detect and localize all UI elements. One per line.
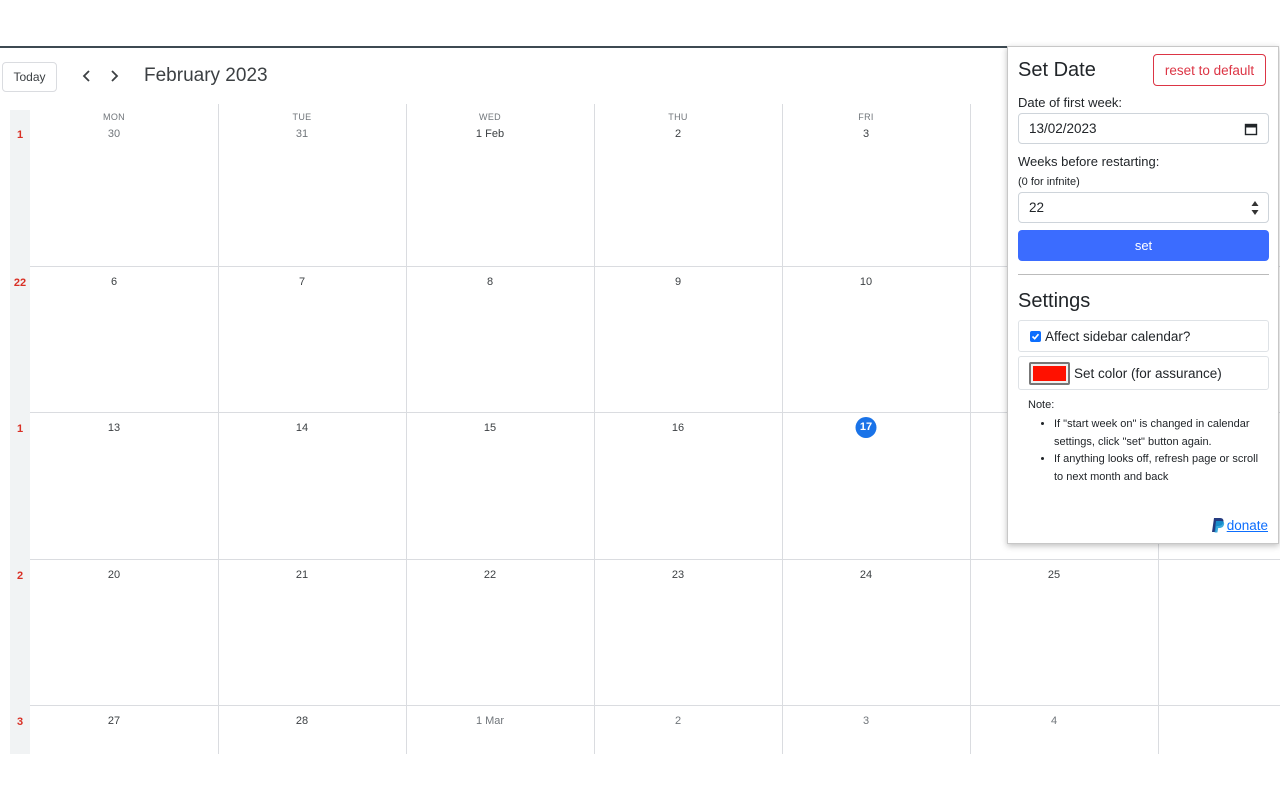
date-label[interactable]: 15 [484,422,496,434]
week-number: 1 [16,129,24,141]
date-label[interactable]: 14 [296,422,308,434]
column-divider [594,104,595,754]
day-header: TUE [292,112,312,122]
today-button[interactable]: Today [2,62,57,92]
date-label[interactable]: 31 [296,128,308,140]
checkmark-icon [1031,333,1040,340]
day-header: FRI [858,112,874,122]
set-color-option: Set color (for assurance) [1018,356,1269,390]
date-label[interactable]: 25 [1048,569,1060,581]
month-title: February 2023 [144,65,268,86]
date-label[interactable]: 3 [863,715,869,727]
week-number: 3 [16,716,24,728]
weeks-before-restarting-label: Weeks before restarting: [1018,154,1160,169]
affect-sidebar-option[interactable]: Affect sidebar calendar? [1018,320,1269,352]
first-week-label: Date of first week: [1018,95,1123,110]
date-label[interactable]: 21 [296,569,308,581]
row-divider [30,559,1280,560]
set-date-title: Set Date [1018,59,1096,81]
next-month-button[interactable] [102,64,126,88]
weeks-before-restarting-input[interactable]: 22 [1018,192,1269,223]
date-label[interactable]: 4 [1051,715,1057,727]
set-button[interactable]: set [1018,230,1269,261]
affect-sidebar-label: Affect sidebar calendar? [1045,328,1191,344]
week-number: 1 [16,423,24,435]
color-swatch-fill [1033,365,1066,381]
date-label[interactable]: 23 [672,569,684,581]
previous-month-button[interactable] [75,64,99,88]
note-item: If anything looks off, refresh page or s… [1054,451,1264,486]
column-divider [406,104,407,754]
column-divider [218,104,219,754]
date-label[interactable]: 28 [296,715,308,727]
weeks-value: 22 [1029,200,1045,215]
week-number: 2 [16,570,24,582]
date-label[interactable]: 10 [860,276,872,288]
weeks-hint-label: (0 for infnite) [1018,176,1080,188]
paypal-icon [1211,518,1224,533]
first-week-date-input[interactable]: 13/02/2023 [1018,113,1269,144]
date-label[interactable]: 22 [484,569,496,581]
calendar-icon[interactable] [1244,122,1258,136]
today-date[interactable]: 17 [855,417,877,438]
settings-title: Settings [1018,290,1091,312]
date-label[interactable]: 16 [672,422,684,434]
chevron-left-icon [82,70,90,82]
date-label[interactable]: 2 [675,128,681,140]
day-header: THU [668,112,688,122]
calendar-header: Today February 2023 [0,48,1010,104]
date-label[interactable]: 7 [299,276,305,288]
first-week-date-value: 13/02/2023 [1029,121,1097,136]
date-label[interactable]: 1 Mar [476,715,504,727]
calendar-app: Today February 2023 MON TUE WED THU FRI 1 30 31… [0,0,1280,800]
date-label[interactable]: 24 [860,569,872,581]
date-label[interactable]: 1 Feb [476,128,504,140]
date-label[interactable]: 2 [675,715,681,727]
set-color-label: Set color (for assurance) [1074,365,1222,381]
column-divider [970,104,971,754]
date-label[interactable]: 30 [108,128,120,140]
donate-label: donate [1226,517,1268,533]
notes-list: If "start week on" is changed in calenda… [1054,416,1264,486]
date-label[interactable]: 3 [863,128,869,140]
set-date-panel: Set Date reset to default Date of first … [1007,46,1279,544]
day-header: MON [103,112,125,122]
date-label[interactable]: 9 [675,276,681,288]
note-label: Note: [1028,399,1055,411]
chevron-right-icon [111,70,119,82]
date-label[interactable]: 20 [108,569,120,581]
reset-to-default-button[interactable]: reset to default [1153,54,1266,86]
column-divider [782,104,783,754]
date-label[interactable]: 27 [108,715,120,727]
date-label[interactable]: 6 [111,276,117,288]
date-label[interactable]: 8 [487,276,493,288]
date-label[interactable]: 13 [108,422,120,434]
donate-link[interactable]: donate [1211,517,1268,533]
color-picker[interactable] [1029,361,1070,385]
affect-sidebar-checkbox[interactable] [1030,330,1041,342]
week-number: 22 [13,277,27,289]
panel-divider [1018,274,1269,275]
row-divider [30,705,1280,706]
day-header: WED [479,112,501,122]
spinner-arrows-icon[interactable] [1250,199,1260,217]
note-item: If "start week on" is changed in calenda… [1054,416,1264,451]
